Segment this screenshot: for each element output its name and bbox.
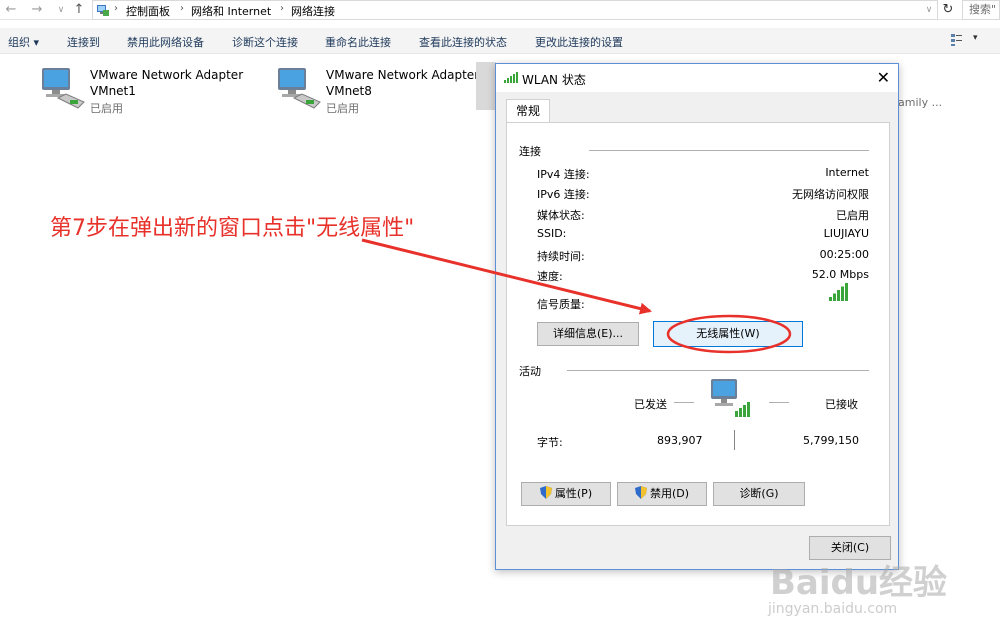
organize-menu[interactable]: 组织 ▾ [8,34,39,50]
adapter-vmnet1[interactable]: VMware Network Adapter VMnet1 已启用 [40,66,244,115]
breadcrumb[interactable]: › 控制面板 › 网络和 Internet › 网络连接 [92,0,938,20]
properties-label: 属性(P) [554,487,593,500]
speed-value: 52.0 Mbps [811,268,869,281]
adapter-name: VMware Network Adapter [90,68,244,82]
dialog-titlebar[interactable]: WLAN 状态 ✕ [496,64,898,92]
diagnose-connection-button[interactable]: 诊断这个连接 [232,34,298,50]
adapter-subname: VMnet8 [326,84,372,98]
ipv4-value: Internet [825,166,869,179]
signal-bar [829,297,832,301]
signal-bar [833,293,836,301]
adapter-status: 已启用 [90,102,123,115]
sent-label: 已发送 [634,398,667,411]
baidu-watermark: Baidu经验 jingyan.baidu.com [760,555,990,635]
network-adapter-icon [278,68,321,109]
bytes-label: 字节: [537,436,563,449]
breadcrumb-network-connections[interactable]: 网络连接 [291,3,335,19]
media-state-value: 已启用 [836,209,869,222]
signal-quality-icon [829,283,848,301]
watermark-logo: Baidu经验 [770,563,948,603]
diagnose-button[interactable]: 诊断(G) [713,482,805,506]
disable-label: 禁用(D) [649,487,690,500]
disable-device-button[interactable]: 禁用此网络设备 [127,34,204,50]
wireless-properties-button[interactable]: 无线属性(W) [653,321,803,347]
activity-section-title: 活动 [519,365,541,378]
control-panel-icon [97,5,109,16]
address-dropdown-icon[interactable]: ∨ [920,1,938,19]
duration-label: 持续时间: [537,250,585,263]
signal-bar [837,290,840,301]
back-arrow-icon[interactable]: ← [2,1,20,19]
shield-icon [634,486,647,499]
received-label: 已接收 [825,398,858,411]
recent-chevron-icon[interactable]: ∨ [52,1,70,19]
search-input[interactable]: 搜索" [962,0,1000,20]
sent-line [674,402,694,403]
view-dropdown-icon[interactable]: ▾ [973,33,978,43]
tab-general[interactable]: 常规 [506,99,550,123]
adapter-status: 已启用 [326,102,359,115]
adapter-partial-name: amily ... [898,96,943,109]
command-bar: 组织 ▾ 连接到 禁用此网络设备 诊断这个连接 重命名此连接 查看此连接的状态 … [0,28,1000,54]
connect-to-button[interactable]: 连接到 [67,34,100,50]
breadcrumb-separator: › [114,3,118,14]
bytes-sent-value: 893,907 [657,434,703,447]
media-state-label: 媒体状态: [537,209,585,222]
close-icon[interactable]: ✕ [877,68,890,87]
general-panel: 连接 IPv4 连接: Internet IPv6 连接: 无网络访问权限 媒体… [506,122,890,526]
properties-button[interactable]: 属性(P) [521,482,611,506]
connection-section-title: 连接 [519,145,541,158]
dialog-title: WLAN 状态 [522,73,586,87]
ssid-value: LIUJIAYU [823,227,869,240]
rename-connection-button[interactable]: 重命名此连接 [325,34,391,50]
network-activity-icon [711,379,750,417]
details-button[interactable]: 详细信息(E)... [537,322,639,346]
bytes-received-value: 5,799,150 [803,434,859,447]
change-settings-button[interactable]: 更改此连接的设置 [535,34,623,50]
signal-bar [845,283,848,301]
ipv6-label: IPv6 连接: [537,188,590,201]
tutorial-annotation: 第7步在弹出新的窗口点击"无线属性" [50,216,415,241]
breadcrumb-separator: › [180,3,184,14]
address-bar: ← → ∨ ↑ › 控制面板 › 网络和 Internet › 网络连接 ∨ ↻… [0,0,1000,20]
refresh-icon[interactable]: ↻ [939,1,957,19]
ssid-label: SSID: [537,227,567,240]
watermark-url: jingyan.baidu.com [768,601,898,617]
view-options-icon[interactable] [950,33,966,47]
shield-icon [539,486,552,499]
bytes-divider [734,430,735,450]
adapter-vmnet8[interactable]: VMware Network Adapter VMnet8 已启用 [276,66,480,115]
ipv4-label: IPv4 连接: [537,168,590,181]
view-status-button[interactable]: 查看此连接的状态 [419,34,507,50]
breadcrumb-control-panel[interactable]: 控制面板 [126,3,170,19]
signal-quality-label: 信号质量: [537,298,585,311]
adapter-selection-highlight [476,62,496,110]
up-arrow-icon[interactable]: ↑ [70,1,88,19]
breadcrumb-separator: › [280,3,284,14]
breadcrumb-network-internet[interactable]: 网络和 Internet [191,3,271,19]
forward-arrow-icon[interactable]: → [28,1,46,19]
adapter-name: VMware Network Adapter [326,68,480,82]
received-line [769,402,789,403]
disable-button[interactable]: 禁用(D) [617,482,707,506]
signal-bar [841,286,844,301]
network-adapter-icon [42,68,85,109]
speed-label: 速度: [537,270,563,283]
duration-value: 00:25:00 [819,248,869,261]
section-divider [589,150,869,151]
adapter-subname: VMnet1 [90,84,136,98]
wlan-status-dialog: WLAN 状态 ✕ 常规 连接 IPv4 连接: Internet IPv6 连… [495,63,899,570]
ipv6-value: 无网络访问权限 [792,188,869,201]
wifi-signal-icon [504,72,518,83]
section-divider [567,370,869,371]
